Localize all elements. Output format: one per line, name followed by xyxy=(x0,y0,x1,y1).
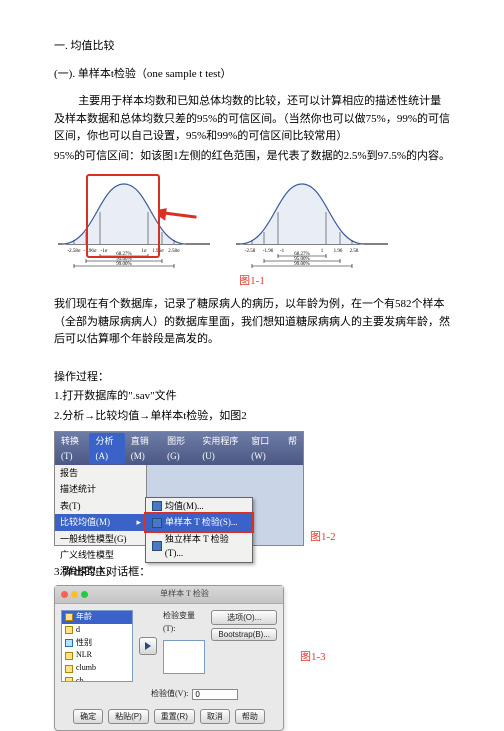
svg-text:99.00%: 99.00% xyxy=(294,262,309,267)
list-item[interactable]: cb xyxy=(62,675,132,682)
move-right-button[interactable] xyxy=(139,637,157,655)
tick: -1.96σ xyxy=(83,249,96,254)
variable-list[interactable]: 年龄 d 性别 NLR clumb cb MR1 MR2 xyxy=(61,610,133,682)
svg-text:2.58: 2.58 xyxy=(350,249,359,254)
figure-caption: 图1-2 xyxy=(310,529,336,547)
tick: 1.96σ xyxy=(152,249,164,254)
menu-option[interactable]: 表(T) xyxy=(55,498,146,514)
ops-heading: 操作过程： xyxy=(54,369,450,387)
submenu-item-one-sample-t[interactable]: 单样本 T 检验(S)... xyxy=(146,514,252,530)
tick: 2.58σ xyxy=(168,249,180,254)
submenu-item[interactable]: 独立样本 T 检验(T)... xyxy=(146,531,252,562)
menu-item[interactable]: 直销(M) xyxy=(125,433,161,464)
list-item[interactable]: 年龄 xyxy=(62,611,132,624)
dialog-title: 单样本 T 检验 xyxy=(92,588,277,601)
scale-icon xyxy=(65,677,73,682)
dropdown-menu: 报告 描述统计 表(T) 比较均值(M) ▸ 一般线性模型(G) 广义线性模型 … xyxy=(55,465,147,545)
ops-step: 1.打开数据库的".sav"文件 xyxy=(54,388,450,406)
test-value-input[interactable] xyxy=(192,689,238,700)
scale-icon xyxy=(65,665,73,673)
help-button[interactable]: 帮助 xyxy=(235,709,265,724)
reset-button[interactable]: 重置(R) xyxy=(154,709,195,724)
stats-icon xyxy=(152,541,162,551)
list-item[interactable]: 性别 xyxy=(62,637,132,650)
paragraph: 主要用于样本均数和已知总体均数的比较，还可以计算相应的描述性统计量及样本数据和总… xyxy=(54,93,450,146)
arrow-right-icon xyxy=(143,641,153,651)
menu-item[interactable]: 窗口(W) xyxy=(245,433,282,464)
menu-bar: 转换(T) 分析(A) 直销(M) 图形(G) 实用程序(U) 窗口(W) 帮 xyxy=(55,432,303,465)
paragraph: 95%的可信区间：如该图1左侧的红色范围，是代表了数据的2.5%到97.5%的内… xyxy=(54,148,450,166)
paste-button[interactable]: 粘贴(P) xyxy=(108,709,149,724)
tick: -2.58σ xyxy=(67,249,80,254)
bell-right: -2.58-1.96-1 11.962.58 68.27% 95.00% 99.… xyxy=(232,174,392,270)
menu-option[interactable]: 报告 xyxy=(55,465,146,481)
menu-option[interactable]: 广义线性模型 xyxy=(55,547,146,563)
menu-option-compare-means[interactable]: 比较均值(M) ▸ xyxy=(55,514,146,530)
svg-text:1.96: 1.96 xyxy=(334,249,343,254)
figure-1-1: -2.58σ -1.96σ -1σ 1σ 1.96σ 2.58σ 68.27% … xyxy=(54,174,450,270)
target-label: 检验变量(T): xyxy=(163,610,205,636)
cancel-button[interactable]: 取消 xyxy=(200,709,230,724)
one-sample-t-dialog: 单样本 T 检验 年龄 d 性别 NLR clumb cb MR1 MR2 检验… xyxy=(54,585,284,731)
test-variable-box[interactable] xyxy=(163,640,205,674)
spss-menu-screenshot: 转换(T) 分析(A) 直销(M) 图形(G) 实用程序(U) 窗口(W) 帮 … xyxy=(54,431,304,546)
menu-option[interactable]: 一般线性模型(G) xyxy=(55,531,146,547)
submenu: 均值(M)... 单样本 T 检验(S)... 独立样本 T 检验(T)... xyxy=(145,497,253,563)
menu-item[interactable]: 转换(T) xyxy=(55,433,89,464)
scale-icon xyxy=(65,652,73,660)
menu-item-analyze[interactable]: 分析(A) xyxy=(89,433,124,464)
menu-option[interactable]: 混合模型(X) xyxy=(55,563,146,579)
svg-text:-1.96: -1.96 xyxy=(263,249,274,254)
close-icon[interactable] xyxy=(61,591,68,598)
minimize-icon[interactable] xyxy=(71,591,78,598)
dialog-titlebar: 单样本 T 检验 xyxy=(55,586,283,604)
section-title: 一. 均值比较 xyxy=(54,38,450,56)
list-item[interactable]: clumb xyxy=(62,662,132,675)
list-item[interactable]: d xyxy=(62,624,132,637)
bootstrap-button[interactable]: Bootstrap(B)... xyxy=(211,628,277,641)
stats-icon xyxy=(152,501,162,511)
svg-text:-2.58: -2.58 xyxy=(245,249,256,254)
ok-button[interactable]: 确定 xyxy=(73,709,103,724)
tick: -1σ xyxy=(101,249,108,254)
submenu-item[interactable]: 均值(M)... xyxy=(146,498,252,514)
figure-caption: 图1-3 xyxy=(300,649,326,667)
nominal-icon xyxy=(65,639,73,647)
menu-item[interactable]: 实用程序(U) xyxy=(196,433,245,464)
scale-icon xyxy=(65,613,73,621)
bell-left: -2.58σ -1.96σ -1σ 1σ 1.96σ 2.58σ 68.27% … xyxy=(54,174,214,270)
stats-icon xyxy=(152,518,162,528)
window-controls[interactable] xyxy=(61,591,88,598)
list-item[interactable]: NLR xyxy=(62,649,132,662)
paragraph: 我们现在有个数据库，记录了糖尿病人的病历，以年龄为例，在一个有582个样本（全部… xyxy=(54,296,450,349)
svg-text:1: 1 xyxy=(321,249,324,254)
subsection-title: (一). 单样本t检验（one sample t test） xyxy=(54,66,450,84)
options-button[interactable]: 选项(O)... xyxy=(211,610,277,625)
figure-caption: 图1-1 xyxy=(54,273,450,291)
menu-option[interactable]: 描述统计 xyxy=(55,481,146,497)
tick: 1σ xyxy=(141,249,147,254)
menu-item[interactable]: 帮 xyxy=(282,433,303,464)
menu-item[interactable]: 图形(G) xyxy=(161,433,196,464)
test-value-label: 检验值(V): xyxy=(151,688,188,701)
scale-icon xyxy=(65,626,73,634)
svg-text:-1: -1 xyxy=(280,249,285,254)
band: 99.00% xyxy=(116,262,131,267)
zoom-icon[interactable] xyxy=(81,591,88,598)
ops-step: 2.分析→比较均值→单样本t检验，如图2 xyxy=(54,408,450,426)
